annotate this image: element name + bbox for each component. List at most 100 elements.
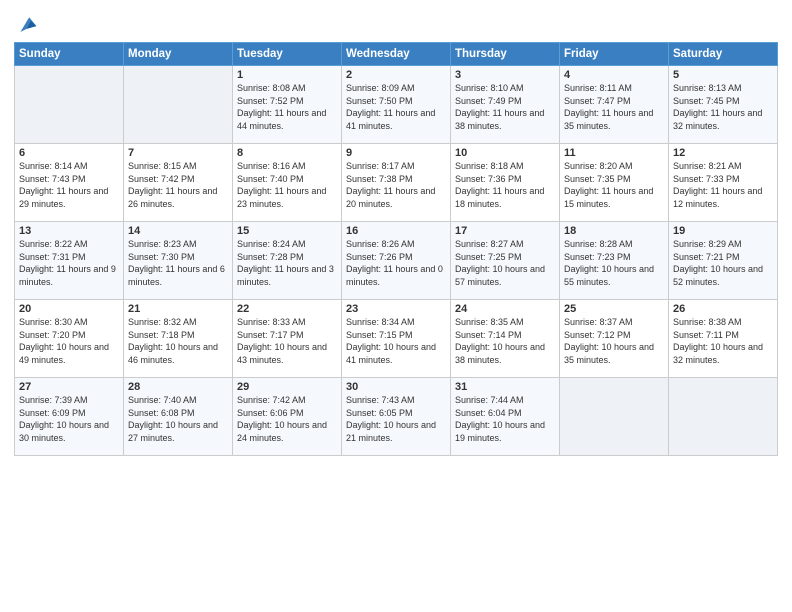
weekday-header: Friday: [560, 43, 669, 66]
calendar-cell: 11Sunrise: 8:20 AM Sunset: 7:35 PM Dayli…: [560, 144, 669, 222]
calendar-week-row: 27Sunrise: 7:39 AM Sunset: 6:09 PM Dayli…: [15, 378, 778, 456]
day-info: Sunrise: 8:24 AM Sunset: 7:28 PM Dayligh…: [237, 238, 337, 288]
day-info: Sunrise: 8:29 AM Sunset: 7:21 PM Dayligh…: [673, 238, 773, 288]
day-number: 9: [346, 147, 446, 159]
calendar-cell: 25Sunrise: 8:37 AM Sunset: 7:12 PM Dayli…: [560, 300, 669, 378]
day-number: 26: [673, 303, 773, 315]
calendar-cell: 7Sunrise: 8:15 AM Sunset: 7:42 PM Daylig…: [124, 144, 233, 222]
day-number: 21: [128, 303, 228, 315]
day-info: Sunrise: 8:17 AM Sunset: 7:38 PM Dayligh…: [346, 160, 446, 210]
day-info: Sunrise: 8:33 AM Sunset: 7:17 PM Dayligh…: [237, 316, 337, 366]
calendar-week-row: 20Sunrise: 8:30 AM Sunset: 7:20 PM Dayli…: [15, 300, 778, 378]
day-number: 15: [237, 225, 337, 237]
weekday-header: Monday: [124, 43, 233, 66]
day-number: 25: [564, 303, 664, 315]
day-info: Sunrise: 8:10 AM Sunset: 7:49 PM Dayligh…: [455, 82, 555, 132]
calendar-week-row: 13Sunrise: 8:22 AM Sunset: 7:31 PM Dayli…: [15, 222, 778, 300]
day-info: Sunrise: 8:22 AM Sunset: 7:31 PM Dayligh…: [19, 238, 119, 288]
calendar-cell: 16Sunrise: 8:26 AM Sunset: 7:26 PM Dayli…: [342, 222, 451, 300]
logo-icon: [16, 14, 38, 36]
day-info: Sunrise: 8:08 AM Sunset: 7:52 PM Dayligh…: [237, 82, 337, 132]
calendar-cell: 2Sunrise: 8:09 AM Sunset: 7:50 PM Daylig…: [342, 66, 451, 144]
weekday-header: Thursday: [451, 43, 560, 66]
weekday-header: Wednesday: [342, 43, 451, 66]
day-number: 27: [19, 381, 119, 393]
day-info: Sunrise: 8:38 AM Sunset: 7:11 PM Dayligh…: [673, 316, 773, 366]
calendar-cell: 1Sunrise: 8:08 AM Sunset: 7:52 PM Daylig…: [233, 66, 342, 144]
day-number: 12: [673, 147, 773, 159]
day-info: Sunrise: 7:43 AM Sunset: 6:05 PM Dayligh…: [346, 394, 446, 444]
calendar-cell: 29Sunrise: 7:42 AM Sunset: 6:06 PM Dayli…: [233, 378, 342, 456]
weekday-row: SundayMondayTuesdayWednesdayThursdayFrid…: [15, 43, 778, 66]
calendar-cell: 23Sunrise: 8:34 AM Sunset: 7:15 PM Dayli…: [342, 300, 451, 378]
day-number: 16: [346, 225, 446, 237]
day-number: 7: [128, 147, 228, 159]
day-number: 8: [237, 147, 337, 159]
day-number: 29: [237, 381, 337, 393]
day-info: Sunrise: 8:27 AM Sunset: 7:25 PM Dayligh…: [455, 238, 555, 288]
calendar-cell: [560, 378, 669, 456]
calendar-cell: 27Sunrise: 7:39 AM Sunset: 6:09 PM Dayli…: [15, 378, 124, 456]
day-number: 31: [455, 381, 555, 393]
calendar-header: SundayMondayTuesdayWednesdayThursdayFrid…: [15, 43, 778, 66]
day-info: Sunrise: 8:34 AM Sunset: 7:15 PM Dayligh…: [346, 316, 446, 366]
day-number: 30: [346, 381, 446, 393]
calendar-cell: 5Sunrise: 8:13 AM Sunset: 7:45 PM Daylig…: [669, 66, 778, 144]
calendar-cell: 18Sunrise: 8:28 AM Sunset: 7:23 PM Dayli…: [560, 222, 669, 300]
calendar-cell: 28Sunrise: 7:40 AM Sunset: 6:08 PM Dayli…: [124, 378, 233, 456]
day-number: 23: [346, 303, 446, 315]
day-number: 24: [455, 303, 555, 315]
day-info: Sunrise: 8:26 AM Sunset: 7:26 PM Dayligh…: [346, 238, 446, 288]
calendar-cell: 6Sunrise: 8:14 AM Sunset: 7:43 PM Daylig…: [15, 144, 124, 222]
day-number: 28: [128, 381, 228, 393]
day-number: 19: [673, 225, 773, 237]
calendar-cell: 13Sunrise: 8:22 AM Sunset: 7:31 PM Dayli…: [15, 222, 124, 300]
calendar-cell: 19Sunrise: 8:29 AM Sunset: 7:21 PM Dayli…: [669, 222, 778, 300]
day-number: 1: [237, 69, 337, 81]
day-info: Sunrise: 8:15 AM Sunset: 7:42 PM Dayligh…: [128, 160, 228, 210]
day-number: 10: [455, 147, 555, 159]
calendar-cell: 26Sunrise: 8:38 AM Sunset: 7:11 PM Dayli…: [669, 300, 778, 378]
day-info: Sunrise: 8:09 AM Sunset: 7:50 PM Dayligh…: [346, 82, 446, 132]
day-number: 20: [19, 303, 119, 315]
page-container: SundayMondayTuesdayWednesdayThursdayFrid…: [0, 0, 792, 612]
day-number: 13: [19, 225, 119, 237]
calendar-cell: 31Sunrise: 7:44 AM Sunset: 6:04 PM Dayli…: [451, 378, 560, 456]
calendar-cell: [124, 66, 233, 144]
day-number: 5: [673, 69, 773, 81]
calendar-cell: 3Sunrise: 8:10 AM Sunset: 7:49 PM Daylig…: [451, 66, 560, 144]
calendar-body: 1Sunrise: 8:08 AM Sunset: 7:52 PM Daylig…: [15, 66, 778, 456]
day-info: Sunrise: 8:13 AM Sunset: 7:45 PM Dayligh…: [673, 82, 773, 132]
calendar-cell: 14Sunrise: 8:23 AM Sunset: 7:30 PM Dayli…: [124, 222, 233, 300]
day-info: Sunrise: 8:16 AM Sunset: 7:40 PM Dayligh…: [237, 160, 337, 210]
day-info: Sunrise: 8:21 AM Sunset: 7:33 PM Dayligh…: [673, 160, 773, 210]
day-number: 4: [564, 69, 664, 81]
day-info: Sunrise: 8:30 AM Sunset: 7:20 PM Dayligh…: [19, 316, 119, 366]
calendar-table: SundayMondayTuesdayWednesdayThursdayFrid…: [14, 42, 778, 456]
day-number: 6: [19, 147, 119, 159]
day-info: Sunrise: 8:32 AM Sunset: 7:18 PM Dayligh…: [128, 316, 228, 366]
day-info: Sunrise: 8:20 AM Sunset: 7:35 PM Dayligh…: [564, 160, 664, 210]
calendar-cell: 24Sunrise: 8:35 AM Sunset: 7:14 PM Dayli…: [451, 300, 560, 378]
weekday-header: Saturday: [669, 43, 778, 66]
calendar-cell: 9Sunrise: 8:17 AM Sunset: 7:38 PM Daylig…: [342, 144, 451, 222]
day-info: Sunrise: 7:40 AM Sunset: 6:08 PM Dayligh…: [128, 394, 228, 444]
weekday-header: Tuesday: [233, 43, 342, 66]
day-number: 11: [564, 147, 664, 159]
day-info: Sunrise: 8:23 AM Sunset: 7:30 PM Dayligh…: [128, 238, 228, 288]
weekday-header: Sunday: [15, 43, 124, 66]
day-info: Sunrise: 8:28 AM Sunset: 7:23 PM Dayligh…: [564, 238, 664, 288]
day-number: 14: [128, 225, 228, 237]
day-info: Sunrise: 8:18 AM Sunset: 7:36 PM Dayligh…: [455, 160, 555, 210]
calendar-cell: 17Sunrise: 8:27 AM Sunset: 7:25 PM Dayli…: [451, 222, 560, 300]
calendar-cell: [15, 66, 124, 144]
day-info: Sunrise: 8:14 AM Sunset: 7:43 PM Dayligh…: [19, 160, 119, 210]
calendar-cell: 20Sunrise: 8:30 AM Sunset: 7:20 PM Dayli…: [15, 300, 124, 378]
day-number: 2: [346, 69, 446, 81]
page-header: [14, 10, 778, 36]
calendar-cell: 4Sunrise: 8:11 AM Sunset: 7:47 PM Daylig…: [560, 66, 669, 144]
day-info: Sunrise: 8:37 AM Sunset: 7:12 PM Dayligh…: [564, 316, 664, 366]
day-info: Sunrise: 7:44 AM Sunset: 6:04 PM Dayligh…: [455, 394, 555, 444]
calendar-week-row: 1Sunrise: 8:08 AM Sunset: 7:52 PM Daylig…: [15, 66, 778, 144]
calendar-cell: 8Sunrise: 8:16 AM Sunset: 7:40 PM Daylig…: [233, 144, 342, 222]
